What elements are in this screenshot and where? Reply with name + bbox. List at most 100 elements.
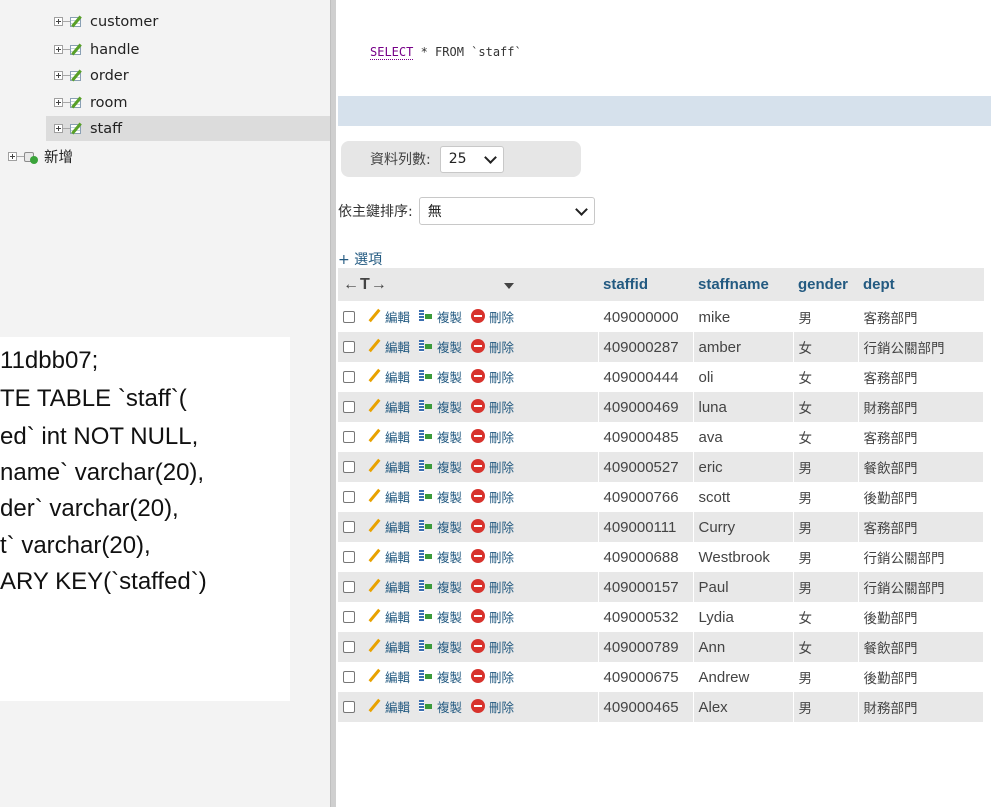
cell-staffid[interactable]: 409000465 — [598, 692, 694, 722]
cell-staffname[interactable]: Paul — [693, 572, 794, 602]
tree-item-customer[interactable]: customer — [46, 9, 330, 34]
cell-staffid[interactable]: 409000469 — [598, 392, 694, 422]
row-checkbox[interactable] — [343, 491, 355, 504]
tree-item-order[interactable]: order — [46, 63, 330, 88]
edit-button[interactable]: 編輯 — [367, 607, 410, 626]
tree-item-room[interactable]: room — [46, 90, 330, 115]
delete-button[interactable]: 刪除 — [471, 337, 514, 356]
edit-button[interactable]: 編輯 — [367, 577, 410, 596]
cell-dept[interactable]: 客務部門 — [858, 422, 984, 452]
cell-staffname[interactable]: Ann — [693, 632, 794, 662]
copy-button[interactable]: 複製 — [419, 607, 462, 626]
cell-dept[interactable]: 行銷公關部門 — [858, 572, 984, 602]
options-link[interactable]: + 選項 — [338, 249, 382, 269]
edit-button[interactable]: 編輯 — [367, 367, 410, 386]
expand-icon[interactable] — [54, 17, 63, 26]
copy-button[interactable]: 複製 — [419, 457, 462, 476]
cell-gender[interactable]: 男 — [793, 542, 859, 572]
cell-dept[interactable]: 餐飲部門 — [858, 632, 984, 662]
delete-button[interactable]: 刪除 — [471, 427, 514, 446]
cell-staffname[interactable]: Lydia — [693, 602, 794, 632]
row-checkbox[interactable] — [343, 581, 355, 594]
cell-staffname[interactable]: amber — [693, 332, 794, 362]
pane-resize-handle[interactable] — [330, 0, 336, 807]
edit-button[interactable]: 編輯 — [367, 427, 410, 446]
tree-item-label[interactable]: order — [90, 68, 129, 84]
cell-staffid[interactable]: 409000444 — [598, 362, 694, 392]
sort-dropdown-icon[interactable] — [503, 282, 514, 289]
cell-dept[interactable]: 行銷公關部門 — [858, 332, 984, 362]
cell-staffid[interactable]: 409000287 — [598, 332, 694, 362]
column-header-dept[interactable]: dept — [858, 268, 984, 302]
sql-keyword[interactable]: SELECT — [370, 45, 414, 60]
copy-button[interactable]: 複製 — [419, 337, 462, 356]
delete-button[interactable]: 刪除 — [471, 457, 514, 476]
expand-icon[interactable] — [8, 152, 17, 161]
cell-dept[interactable]: 餐飲部門 — [858, 452, 984, 482]
edit-button[interactable]: 編輯 — [367, 517, 410, 536]
row-checkbox[interactable] — [343, 371, 355, 384]
cell-staffid[interactable]: 409000111 — [598, 512, 694, 542]
row-checkbox[interactable] — [343, 431, 355, 444]
cell-staffname[interactable]: luna — [693, 392, 794, 422]
copy-button[interactable]: 複製 — [419, 697, 462, 716]
delete-button[interactable]: 刪除 — [471, 517, 514, 536]
cell-staffid[interactable]: 409000675 — [598, 662, 694, 692]
column-header-staffid[interactable]: staffid — [598, 268, 693, 302]
cell-gender[interactable]: 男 — [793, 662, 859, 692]
row-checkbox[interactable] — [343, 401, 355, 414]
edit-button[interactable]: 編輯 — [367, 637, 410, 656]
cell-staffid[interactable]: 409000688 — [598, 542, 694, 572]
cell-gender[interactable]: 女 — [793, 362, 859, 392]
row-checkbox[interactable] — [343, 521, 355, 534]
tree-item-label[interactable]: staff — [90, 121, 122, 137]
delete-button[interactable]: 刪除 — [471, 667, 514, 686]
edit-button[interactable]: 編輯 — [367, 487, 410, 506]
row-checkbox[interactable] — [343, 311, 355, 324]
cell-staffid[interactable]: 409000485 — [598, 422, 694, 452]
sort-by-key-select[interactable]: 無 — [418, 197, 595, 225]
cell-dept[interactable]: 後勤部門 — [858, 482, 984, 512]
copy-button[interactable]: 複製 — [419, 487, 462, 506]
cell-gender[interactable]: 女 — [793, 392, 859, 422]
copy-button[interactable]: 複製 — [419, 637, 462, 656]
cell-gender[interactable]: 女 — [793, 602, 859, 632]
tree-item-new[interactable]: 新增 — [8, 144, 330, 169]
cell-dept[interactable]: 財務部門 — [858, 692, 984, 722]
copy-button[interactable]: 複製 — [419, 307, 462, 326]
edit-button[interactable]: 編輯 — [367, 697, 410, 716]
cell-staffid[interactable]: 409000766 — [598, 482, 694, 512]
row-checkbox[interactable] — [343, 551, 355, 564]
delete-button[interactable]: 刪除 — [471, 637, 514, 656]
tree-item-label[interactable]: handle — [90, 42, 139, 58]
tree-item-handle[interactable]: handle — [46, 37, 330, 62]
row-checkbox[interactable] — [343, 701, 355, 714]
column-header-staffname[interactable]: staffname — [693, 268, 793, 302]
column-arrows[interactable]: ←T→ — [343, 276, 388, 293]
edit-button[interactable]: 編輯 — [367, 397, 410, 416]
tree-item-staff[interactable]: staff — [46, 116, 330, 141]
cell-dept[interactable]: 後勤部門 — [858, 662, 984, 692]
copy-button[interactable]: 複製 — [419, 577, 462, 596]
cell-staffname[interactable]: Andrew — [693, 662, 794, 692]
delete-button[interactable]: 刪除 — [471, 487, 514, 506]
cell-staffname[interactable]: Alex — [693, 692, 794, 722]
delete-button[interactable]: 刪除 — [471, 547, 514, 566]
tree-item-label[interactable]: room — [90, 95, 128, 111]
cell-staffid[interactable]: 409000527 — [598, 452, 694, 482]
cell-staffname[interactable]: scott — [693, 482, 794, 512]
cell-staffname[interactable]: Curry — [693, 512, 794, 542]
cell-staffname[interactable]: ava — [693, 422, 794, 452]
cell-staffid[interactable]: 409000789 — [598, 632, 694, 662]
edit-button[interactable]: 編輯 — [367, 457, 410, 476]
row-checkbox[interactable] — [343, 671, 355, 684]
rows-per-page-select[interactable]: 25 — [439, 145, 504, 173]
cell-staffid[interactable]: 409000000 — [598, 301, 694, 332]
cell-dept[interactable]: 客務部門 — [858, 301, 984, 332]
delete-button[interactable]: 刪除 — [471, 607, 514, 626]
expand-icon[interactable] — [54, 98, 63, 107]
cell-dept[interactable]: 客務部門 — [858, 512, 984, 542]
cell-gender[interactable]: 男 — [793, 572, 859, 602]
cell-gender[interactable]: 女 — [793, 632, 859, 662]
row-checkbox[interactable] — [343, 461, 355, 474]
